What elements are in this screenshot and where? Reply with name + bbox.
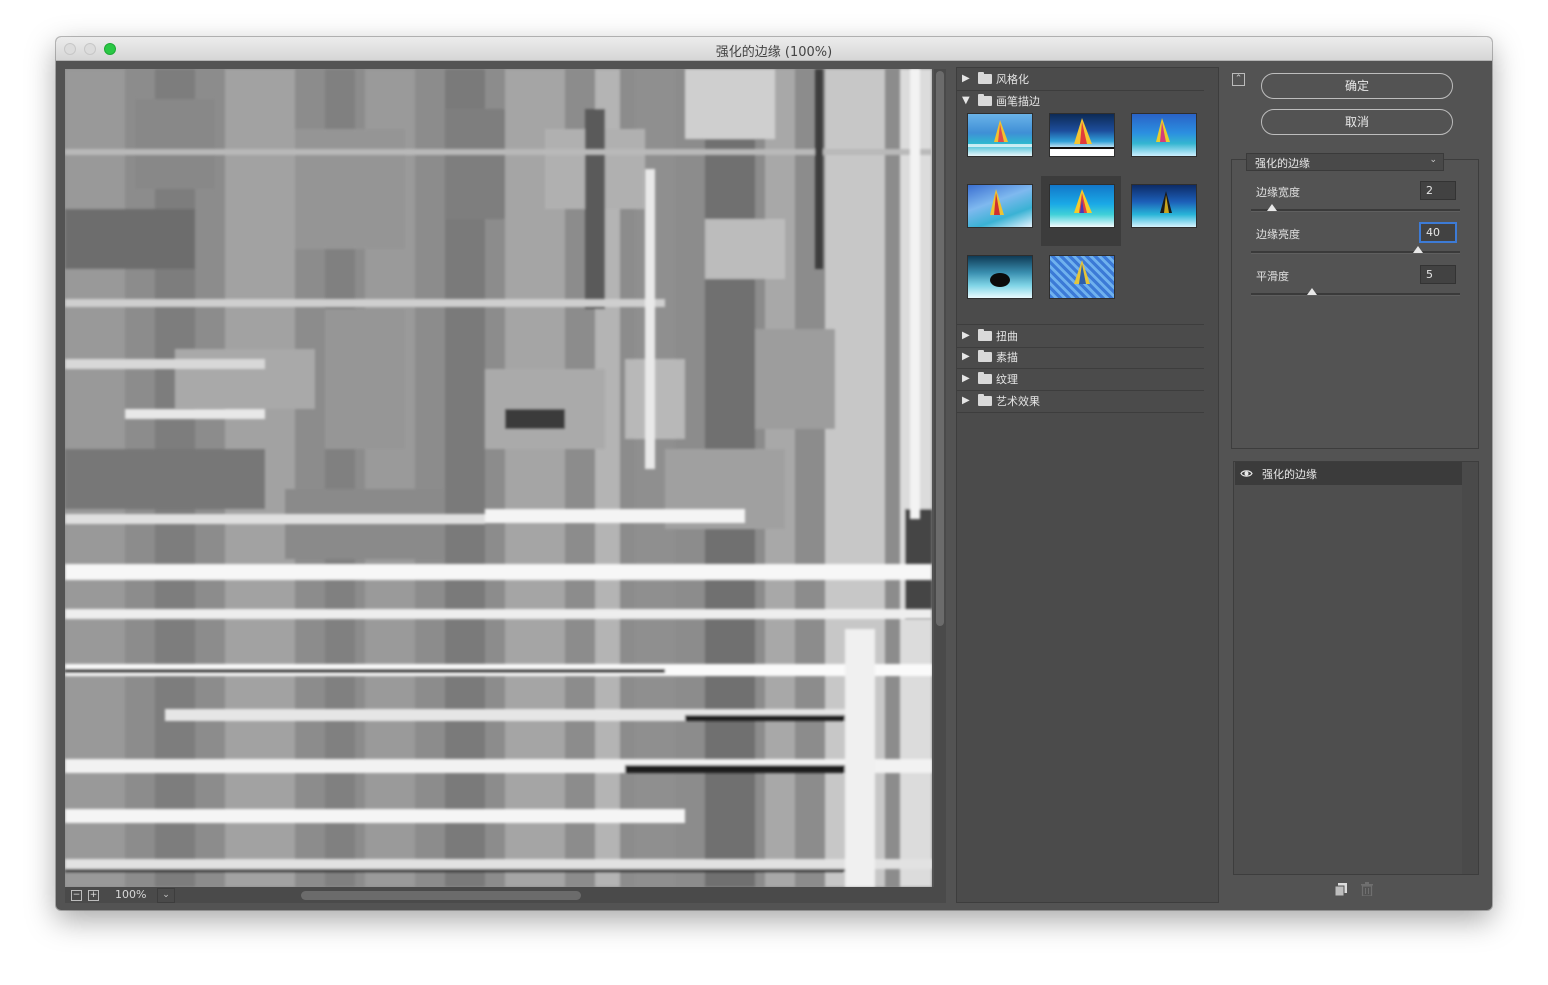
delete-effect-layer-icon[interactable] <box>1361 882 1373 896</box>
zoom-level: 100% <box>115 888 147 901</box>
effect-layer-row[interactable]: 强化的边缘 <box>1235 462 1462 485</box>
thumbnail-image <box>967 255 1033 299</box>
filter-thumbnail-angled-strokes[interactable] <box>959 176 1039 246</box>
category-label: 艺术效果 <box>996 395 1040 408</box>
expand-triangle-icon[interactable]: ▶ <box>962 73 970 84</box>
category-distort[interactable]: ▶ 扭曲 <box>957 324 1204 348</box>
preview-vertical-scrollbar[interactable] <box>934 69 946 887</box>
category-artistic[interactable]: ▶ 艺术效果 <box>957 390 1204 413</box>
edge-brightness-slider[interactable] <box>1251 251 1460 254</box>
category-label: 素描 <box>996 351 1018 364</box>
eye-icon[interactable] <box>1240 467 1253 480</box>
category-sketch[interactable]: ▶ 素描 <box>957 346 1204 369</box>
cancel-button[interactable]: 取消 <box>1261 109 1453 135</box>
filter-thumbnail-crosshatch[interactable] <box>1041 247 1121 317</box>
filter-thumbnail-accented-edges-1[interactable] <box>959 105 1039 175</box>
zoom-out-button[interactable]: − <box>71 890 82 901</box>
preview-canvas[interactable] <box>65 69 932 887</box>
category-texture[interactable]: ▶ 纹理 <box>957 368 1204 391</box>
thumbnail-image <box>967 113 1033 157</box>
smoothness-input[interactable]: 5 <box>1420 265 1456 284</box>
smoothness-label: 平滑度 <box>1256 270 1289 283</box>
thumbnail-image <box>1049 255 1115 299</box>
smoothness-slider-knob[interactable] <box>1306 288 1317 295</box>
smoothness-slider[interactable] <box>1251 293 1460 296</box>
filter-thumbnail-dark-strokes[interactable] <box>1123 176 1203 246</box>
expand-triangle-icon[interactable]: ▶ <box>962 373 970 384</box>
title-bar: 强化的边缘 (100%) <box>56 37 1492 61</box>
filter-select-value: 强化的边缘 <box>1255 157 1310 170</box>
folder-icon <box>978 72 992 84</box>
expand-triangle-icon[interactable]: ▶ <box>962 395 970 406</box>
vertical-scroll-thumb[interactable] <box>936 71 944 626</box>
edge-width-slider[interactable] <box>1251 209 1460 212</box>
category-label: 纹理 <box>996 373 1018 386</box>
edge-width-slider-knob[interactable] <box>1266 204 1277 211</box>
expand-triangle-icon[interactable]: ▶ <box>962 351 970 362</box>
window-title: 强化的边缘 (100%) <box>715 45 833 60</box>
new-effect-layer-icon[interactable] <box>1335 883 1347 896</box>
edge-brightness-input[interactable]: 40 <box>1420 223 1456 242</box>
folder-icon <box>978 394 992 406</box>
chevron-down-icon: ⌄ <box>1429 155 1437 165</box>
filter-thumbnail-accented-edges-selected[interactable] <box>1041 176 1121 246</box>
filter-select-dropdown[interactable]: 强化的边缘 ⌄ <box>1246 153 1444 171</box>
filter-thumbnail-sumi-e[interactable] <box>959 247 1039 317</box>
effect-layers-panel <box>1233 461 1479 875</box>
preview-image <box>65 69 932 887</box>
layers-scrollbar[interactable] <box>1462 462 1478 874</box>
effect-layer-label: 强化的边缘 <box>1262 468 1317 481</box>
filter-gallery-panel: ▶ 风格化 ▼ 画笔描边 ▶ 扭曲 ▶ 素描 ▶ 纹理 ▶ 艺术效果 <box>956 67 1219 903</box>
category-label: 扭曲 <box>996 330 1018 343</box>
thumbnail-image <box>1131 184 1197 228</box>
thumbnail-image <box>1049 113 1115 157</box>
filter-thumbnail-spatter[interactable] <box>1123 105 1203 175</box>
thumbnail-image <box>967 184 1033 228</box>
edge-width-label: 边缘宽度 <box>1256 186 1300 199</box>
horizontal-scroll-thumb[interactable] <box>301 891 581 900</box>
edge-brightness-slider-knob[interactable] <box>1413 246 1424 253</box>
collapse-gallery-icon[interactable]: ⌃ <box>1232 73 1245 86</box>
ok-button[interactable]: 确定 <box>1261 73 1453 99</box>
filter-gallery-window: 强化的边缘 (100%) − + 100% ⌄ ▶ 风格化 ▼ 画笔描边 ▶ 扭… <box>56 37 1492 910</box>
edge-brightness-label: 边缘亮度 <box>1256 228 1300 241</box>
folder-icon <box>978 350 992 362</box>
expand-triangle-icon[interactable]: ▶ <box>962 330 970 341</box>
filter-settings-panel <box>1231 159 1479 449</box>
preview-bottom-bar: − + 100% ⌄ <box>65 887 946 903</box>
zoom-dropdown[interactable]: ⌄ <box>157 888 175 903</box>
filter-thumbnail-ink-outlines[interactable] <box>1041 105 1121 175</box>
zoom-in-button[interactable]: + <box>88 890 99 901</box>
thumbnail-image <box>1049 184 1115 228</box>
edge-width-input[interactable]: 2 <box>1420 181 1456 200</box>
category-label: 风格化 <box>996 73 1029 86</box>
folder-icon <box>978 329 992 341</box>
folder-icon <box>978 372 992 384</box>
thumbnail-image <box>1131 113 1197 157</box>
category-stylize[interactable]: ▶ 风格化 <box>957 68 1204 91</box>
